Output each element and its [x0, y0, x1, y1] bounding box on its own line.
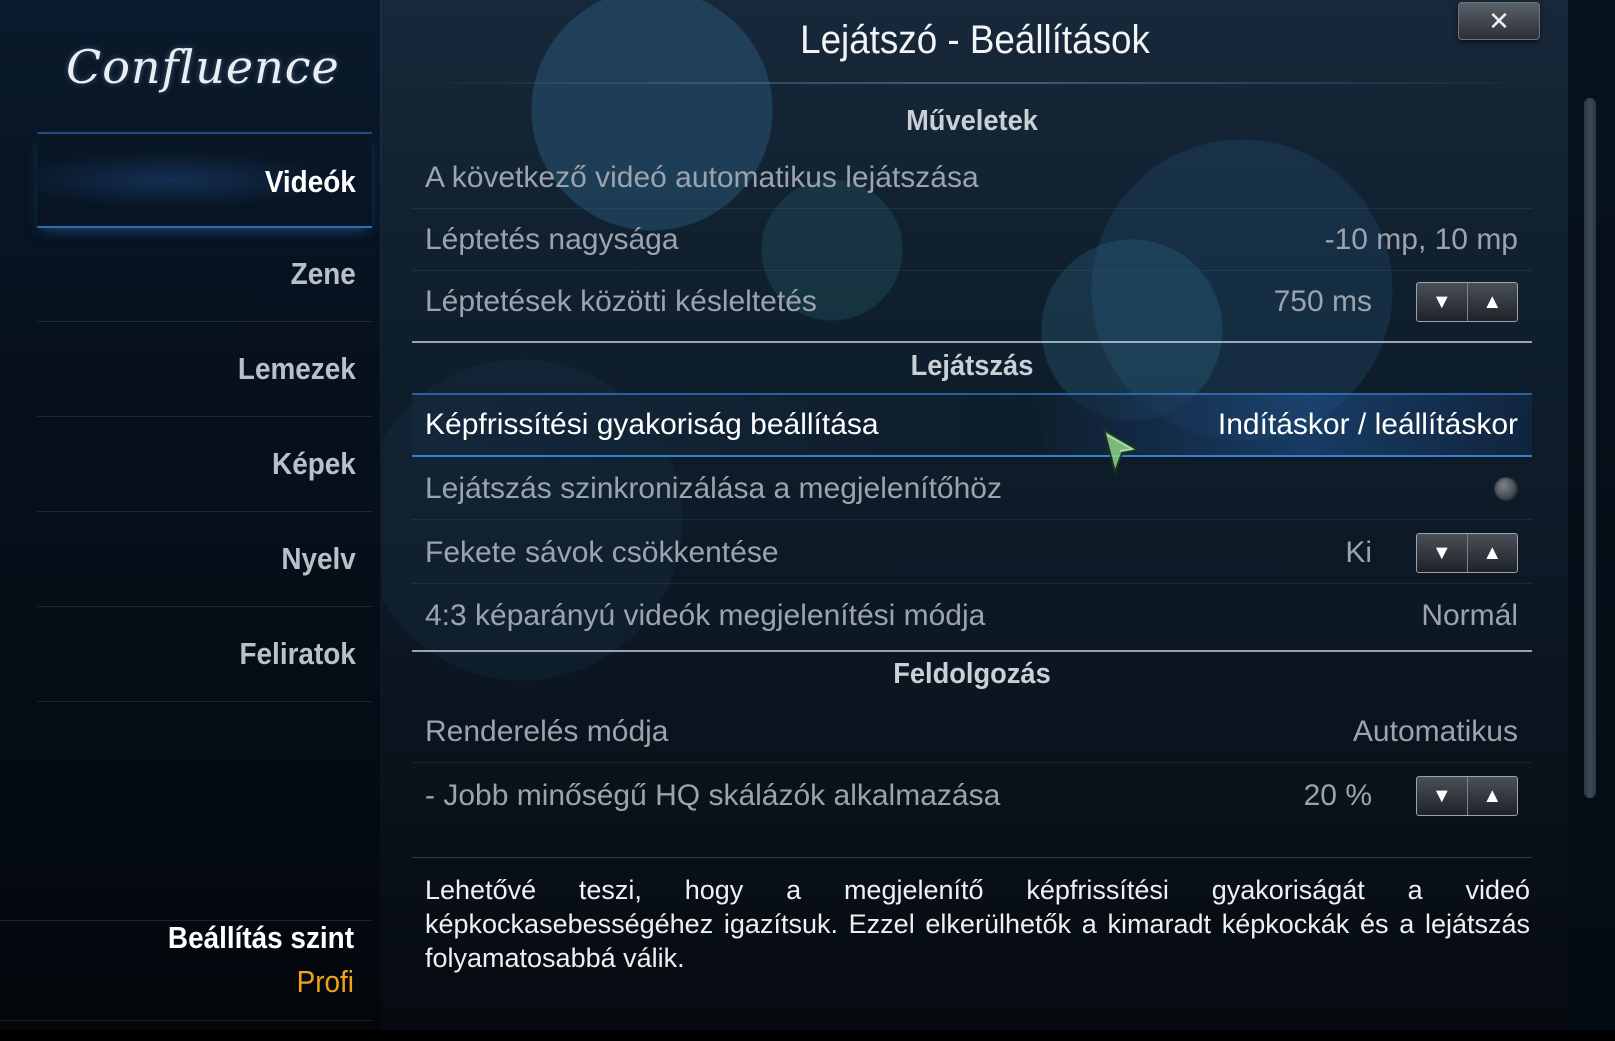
setting-row-render-method[interactable]: Renderelés módja Automatikus — [412, 702, 1532, 763]
toggle-radio[interactable] — [1494, 477, 1518, 501]
setting-label: Fekete sávok csökkentése — [425, 536, 779, 569]
setting-value: Normál — [1421, 599, 1518, 632]
sidebar-item-lemezek[interactable]: Lemezek — [37, 321, 372, 417]
spin-up-button[interactable]: ▲ — [1466, 777, 1518, 815]
close-icon: ✕ — [1488, 6, 1510, 36]
section-header-feldolgozas: Feldolgozás — [893, 658, 1051, 690]
value-spinner: ▼ ▲ — [1416, 776, 1518, 816]
settings-level-label: Beállítás szint — [167, 920, 354, 955]
sidebar-item-kepek[interactable]: Képek — [37, 416, 372, 512]
section-divider — [412, 341, 1532, 343]
setting-label: - Jobb minőségű HQ skálázók alkalmazása — [425, 779, 1001, 812]
setting-row-seek-delay[interactable]: Léptetések közötti késleltetés 750 ms ▼ … — [412, 272, 1532, 332]
sidebar-item-zene[interactable]: Zene — [37, 226, 372, 322]
setting-label: Renderelés módja — [425, 715, 669, 748]
setting-value: Indításkor / leállításkor — [1217, 408, 1518, 441]
settings-level[interactable]: Beállítás szint Profi — [0, 920, 372, 1000]
sidebar-item-feliratok[interactable]: Feliratok — [37, 606, 372, 702]
spin-up-button[interactable]: ▲ — [1466, 283, 1518, 321]
value-spinner: ▼ ▲ — [1416, 533, 1518, 573]
sidebar-item-nyelv[interactable]: Nyelv — [37, 511, 372, 607]
section-header-muveletek: Műveletek — [906, 105, 1038, 137]
value-spinner: ▼ ▲ — [1416, 282, 1518, 322]
setting-value: Ki — [1345, 536, 1372, 569]
setting-row-black-bars[interactable]: Fekete sávok csökkentése Ki ▼ ▲ — [412, 523, 1532, 584]
section-divider — [412, 650, 1532, 652]
setting-value: 20 % — [1303, 779, 1372, 812]
setting-label: A következő videó automatikus lejátszása — [425, 161, 979, 194]
setting-label: Léptetés nagysága — [425, 223, 679, 256]
spin-down-button[interactable]: ▼ — [1417, 534, 1467, 572]
close-button[interactable]: ✕ — [1458, 2, 1540, 40]
description-divider — [412, 857, 1532, 858]
mouse-pointer-icon — [1102, 428, 1141, 476]
setting-value: Automatikus — [1352, 715, 1518, 748]
settings-level-value: Profi — [296, 964, 354, 999]
spin-down-button[interactable]: ▼ — [1417, 777, 1467, 815]
setting-description: Lehetővé teszi, hogy a megjelenítő képfr… — [425, 875, 1530, 973]
section-header-lejatszas: Lejátszás — [910, 350, 1034, 382]
title-divider — [412, 82, 1542, 84]
sidebar-item-videok[interactable]: Videók — [37, 132, 372, 228]
spin-up-button[interactable]: ▲ — [1466, 534, 1518, 572]
divider — [0, 1020, 372, 1021]
bottom-edge — [0, 1030, 1615, 1041]
app-logo: Confluence — [66, 40, 340, 94]
setting-value: -10 mp, 10 mp — [1324, 223, 1518, 256]
setting-row-sync-display[interactable]: Lejátszás szinkronizálása a megjelenítőh… — [412, 459, 1532, 520]
setting-row-43-mode[interactable]: 4:3 képarányú videók megjelenítési módja… — [412, 586, 1532, 646]
setting-row-seek-steps[interactable]: Léptetés nagysága -10 mp, 10 mp — [412, 210, 1532, 271]
spin-down-button[interactable]: ▼ — [1417, 283, 1467, 321]
setting-row-hq-scalers[interactable]: - Jobb minőségű HQ skálázók alkalmazása … — [412, 766, 1532, 826]
setting-label: Léptetések közötti késleltetés — [425, 285, 817, 318]
setting-row-autoplay-next[interactable]: A következő videó automatikus lejátszása — [412, 148, 1532, 209]
setting-row-refresh-rate[interactable]: Képfrissítési gyakoriság beállítása Indí… — [412, 393, 1532, 457]
setting-label: Képfrissítési gyakoriság beállítása — [425, 408, 879, 441]
settings-screen: Confluence Videók Zene Lemezek Képek Nye… — [0, 0, 1615, 1041]
setting-value: 750 ms — [1273, 285, 1372, 318]
page-title: Lejátszó - Beállítások — [800, 18, 1150, 62]
setting-label: Lejátszás szinkronizálása a megjelenítőh… — [425, 472, 1002, 505]
setting-label: 4:3 képarányú videók megjelenítési módja — [425, 599, 986, 632]
scrollbar[interactable] — [1584, 98, 1596, 798]
sidebar: Confluence Videók Zene Lemezek Képek Nye… — [0, 0, 382, 1030]
